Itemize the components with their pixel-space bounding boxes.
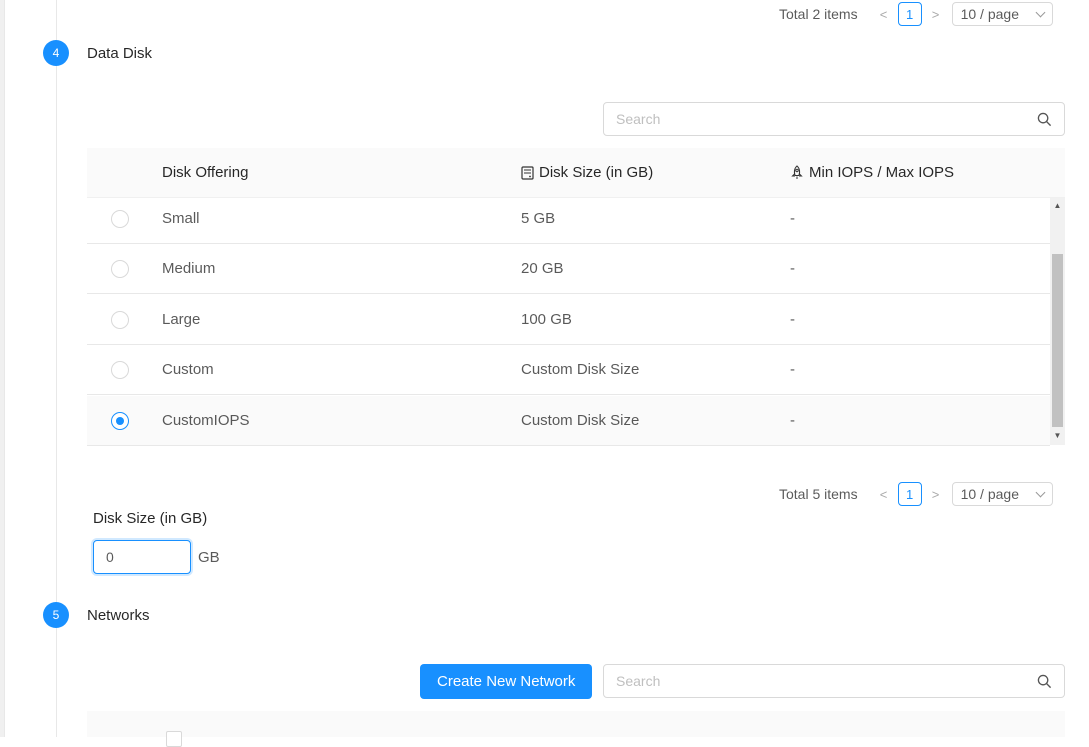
- table-row[interactable]: Medium 20 GB -: [87, 244, 1050, 294]
- disk-offering-name: Small: [162, 210, 200, 227]
- row-radio[interactable]: [111, 311, 129, 329]
- disk-icon: [521, 165, 534, 180]
- column-header-iops-label: Min IOPS / Max IOPS: [809, 164, 955, 181]
- iops-value: -: [790, 260, 795, 277]
- disk-size-value: 20 GB: [521, 260, 564, 277]
- step-title-networks: Networks: [87, 607, 150, 624]
- pagination-page-1[interactable]: 1: [897, 482, 922, 506]
- search-placeholder: Search: [616, 111, 661, 127]
- disk-pagination: Total 5 items < 1 > 10 / page: [779, 482, 1053, 506]
- chevron-down-icon: [1035, 487, 1046, 497]
- search-placeholder: Search: [616, 673, 661, 689]
- column-header-disk-size-label: Disk Size (in GB): [539, 164, 654, 181]
- pagination-prev[interactable]: <: [874, 487, 894, 502]
- chevron-down-icon: [1035, 7, 1046, 17]
- disk-table-header: Disk Offering Disk Size (in GB) Min IOPS…: [87, 148, 1065, 198]
- table-row[interactable]: CustomIOPS Custom Disk Size -: [87, 396, 1050, 446]
- rocket-icon: [791, 165, 803, 179]
- pagination-page-1[interactable]: 1: [897, 2, 922, 26]
- table-row[interactable]: Small 5 GB -: [87, 194, 1050, 244]
- page-size-value: 10 / page: [960, 6, 1019, 22]
- iops-value: -: [790, 361, 795, 378]
- disk-size-value: Custom Disk Size: [521, 361, 640, 378]
- disk-offering-name: Large: [162, 311, 201, 328]
- disk-size-value: Custom Disk Size: [521, 412, 640, 429]
- disk-size-value: 5 GB: [521, 210, 556, 227]
- left-panel-edge: [0, 0, 5, 737]
- column-header-disk-size: Disk Size (in GB): [521, 148, 653, 197]
- table-row[interactable]: Large 100 GB -: [87, 295, 1050, 345]
- row-radio[interactable]: [111, 260, 129, 278]
- disk-size-input[interactable]: [93, 540, 191, 574]
- pagination-next[interactable]: >: [926, 487, 946, 502]
- page-size-select[interactable]: 10 / page: [951, 2, 1053, 26]
- network-table-header: [87, 711, 1065, 747]
- row-radio[interactable]: [111, 361, 129, 379]
- disk-size-label: Disk Size (in GB): [93, 510, 208, 527]
- disk-offering-name: Custom: [162, 361, 214, 378]
- disk-size-unit: GB: [198, 549, 220, 566]
- row-radio[interactable]: [111, 412, 129, 430]
- step-number-4: 4: [43, 40, 69, 66]
- search-icon[interactable]: [1037, 674, 1052, 689]
- top-pagination: Total 2 items < 1 > 10 / page: [779, 2, 1053, 26]
- disk-search-input[interactable]: Search: [603, 102, 1065, 136]
- step-title-data-disk: Data Disk: [87, 45, 153, 62]
- scrollbar-thumb[interactable]: [1052, 254, 1063, 427]
- scroll-up-arrow-icon[interactable]: ▲: [1052, 200, 1063, 212]
- column-header-disk-offering: Disk Offering: [162, 164, 249, 181]
- page-size-value: 10 / page: [960, 486, 1019, 502]
- page-size-select[interactable]: 10 / page: [951, 482, 1053, 506]
- scroll-down-arrow-icon[interactable]: ▼: [1052, 430, 1063, 442]
- pagination-total: Total 5 items: [779, 486, 858, 502]
- pagination-total: Total 2 items: [779, 6, 858, 22]
- disk-offering-name: Medium: [162, 260, 216, 277]
- network-search-input[interactable]: Search: [603, 664, 1065, 698]
- iops-value: -: [790, 412, 795, 429]
- table-row[interactable]: Custom Custom Disk Size -: [87, 345, 1050, 395]
- step-number-5: 5: [43, 602, 69, 628]
- iops-value: -: [790, 311, 795, 328]
- row-radio[interactable]: [111, 210, 129, 228]
- disk-size-value: 100 GB: [521, 311, 572, 328]
- select-all-checkbox[interactable]: [166, 731, 182, 747]
- pagination-next[interactable]: >: [926, 7, 946, 22]
- search-icon[interactable]: [1037, 112, 1052, 127]
- create-new-network-button[interactable]: Create New Network: [420, 664, 593, 699]
- iops-value: -: [790, 210, 795, 227]
- pagination-prev[interactable]: <: [874, 7, 894, 22]
- column-header-iops: Min IOPS / Max IOPS: [790, 148, 954, 197]
- disk-offering-name: CustomIOPS: [162, 412, 250, 429]
